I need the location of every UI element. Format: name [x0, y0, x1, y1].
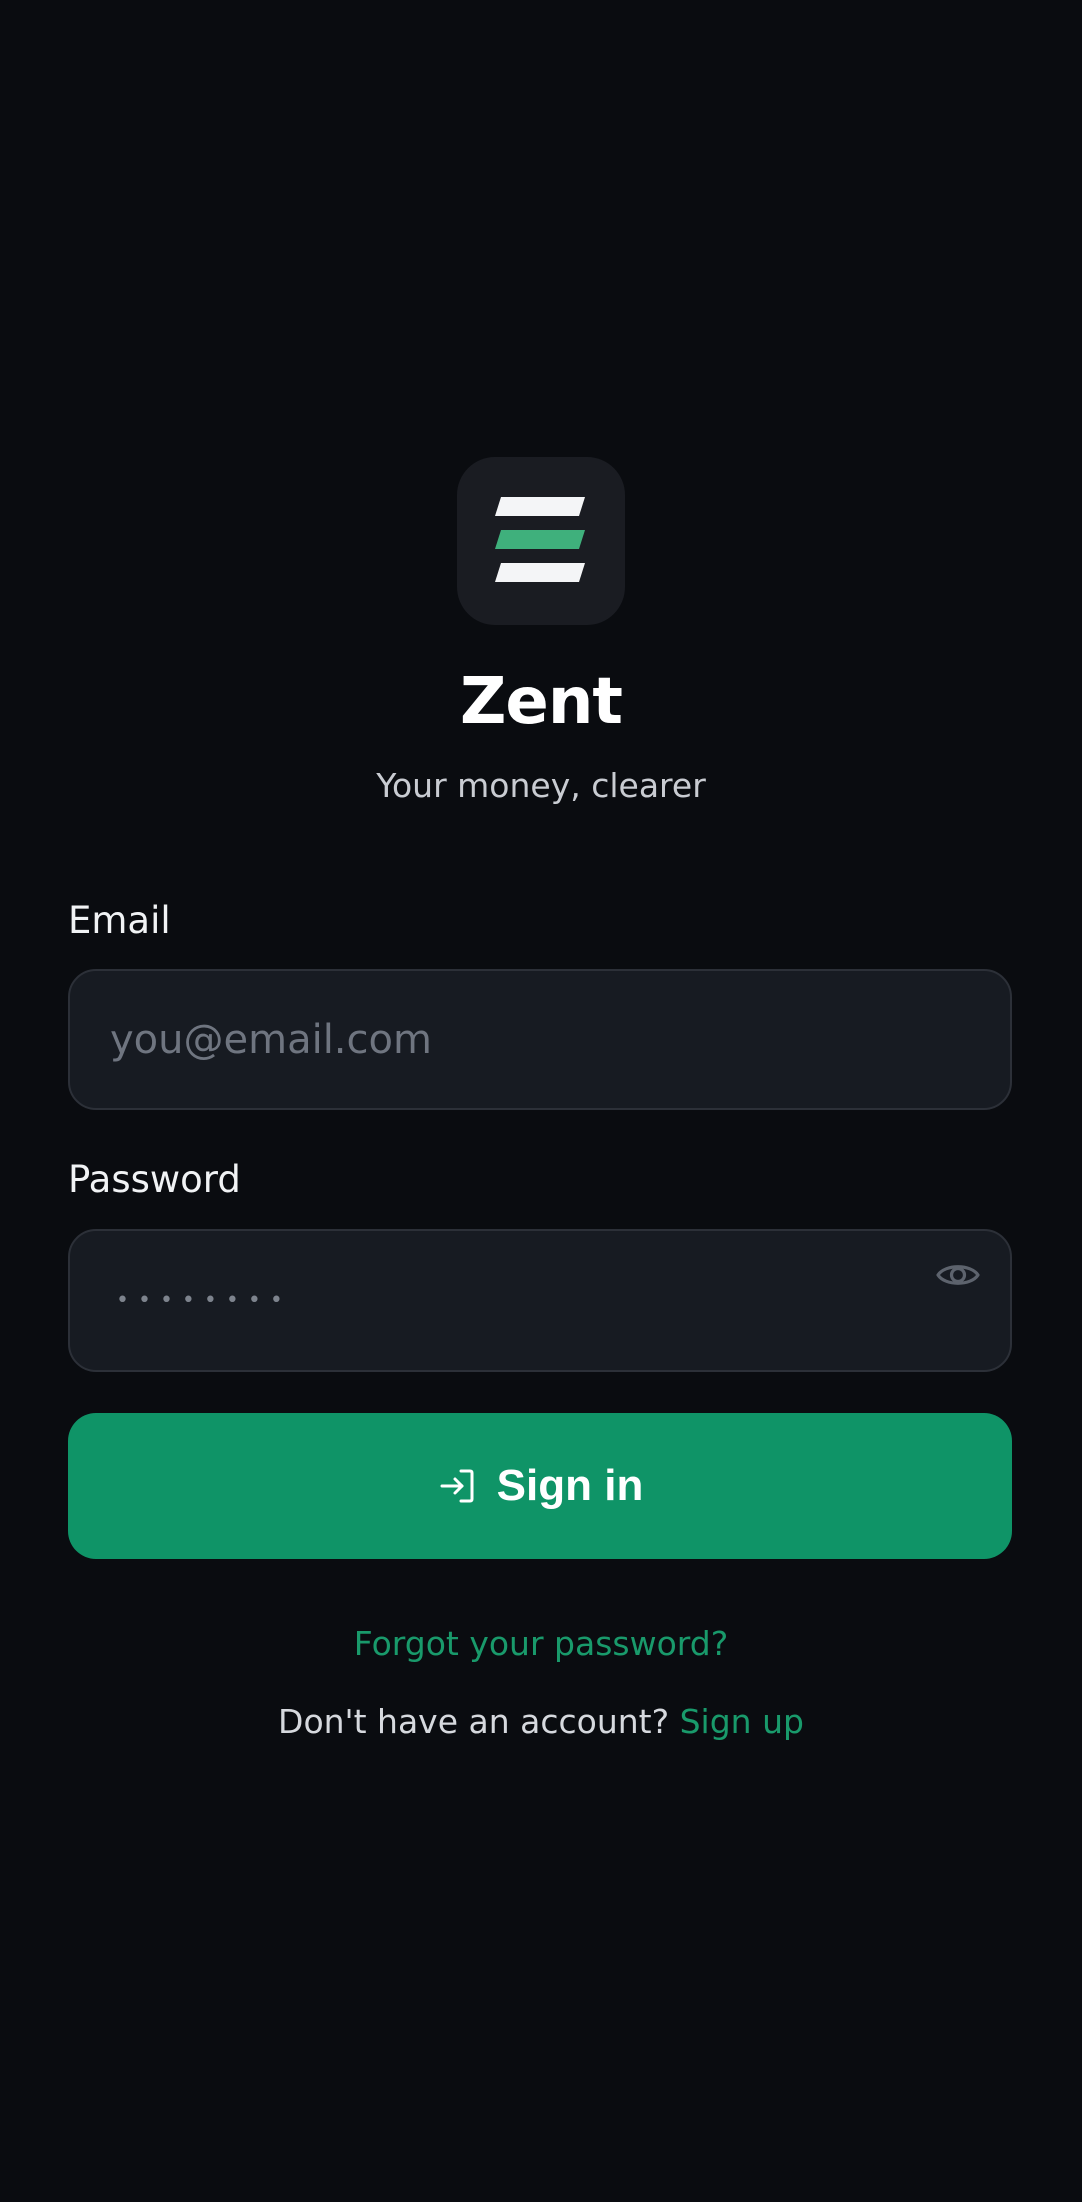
signup-row: Don't have an account? Sign up — [0, 1700, 1082, 1744]
password-label: Password — [68, 1158, 241, 1201]
sign-in-button[interactable]: Sign in — [68, 1413, 1012, 1559]
signup-prompt: Don't have an account? — [278, 1702, 680, 1741]
stacked-bars-logo-icon — [495, 497, 585, 582]
email-label: Email — [68, 899, 171, 942]
sign-in-label: Sign in — [496, 1461, 644, 1510]
eye-icon[interactable] — [934, 1251, 982, 1299]
forgot-password-link[interactable]: Forgot your password? — [0, 1622, 1082, 1666]
sign-in-arrow-icon — [440, 1469, 474, 1503]
sign-up-link[interactable]: Sign up — [680, 1702, 804, 1741]
password-masked-value: •••••••• — [116, 1288, 292, 1313]
app-tagline: Your money, clearer — [376, 766, 706, 805]
password-field[interactable]: •••••••• — [68, 1229, 1012, 1372]
app-name: Zent — [460, 665, 623, 739]
app-logo — [457, 457, 625, 625]
login-screen: Zent Your money, clearer Email Password … — [0, 0, 1082, 2202]
email-field-box — [68, 969, 1012, 1110]
email-field[interactable] — [110, 971, 930, 1108]
